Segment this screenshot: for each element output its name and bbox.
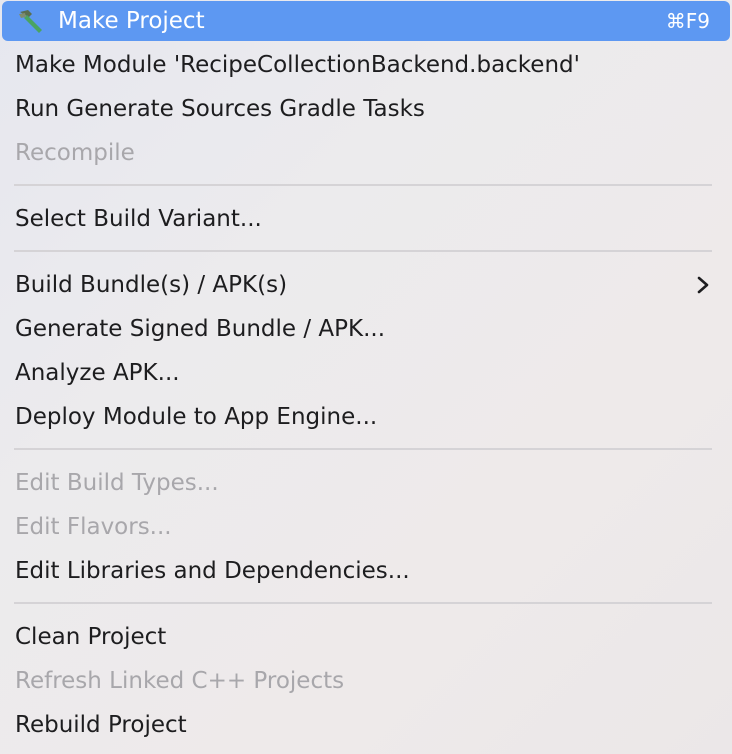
menu-item-deploy-module[interactable]: Deploy Module to App Engine... xyxy=(0,395,732,439)
menu-item-label: Edit Libraries and Dependencies... xyxy=(15,558,410,584)
menu-item-run-generate-sources[interactable]: Run Generate Sources Gradle Tasks xyxy=(0,87,732,131)
menu-item-make-project[interactable]: Make Project ⌘F9 xyxy=(2,1,730,41)
menu-item-edit-flavors: Edit Flavors... xyxy=(0,505,732,549)
menu-item-label: Run Generate Sources Gradle Tasks xyxy=(15,96,425,122)
menu-item-label: Make Project xyxy=(58,8,205,34)
menu-item-generate-signed-bundle[interactable]: Generate Signed Bundle / APK... xyxy=(0,307,732,351)
menu-item-label: Rebuild Project xyxy=(15,712,187,738)
menu-item-label: Make Module 'RecipeCollectionBackend.bac… xyxy=(15,52,580,78)
menu-separator xyxy=(14,250,712,252)
menu-item-edit-build-types: Edit Build Types... xyxy=(0,461,732,505)
menu-item-analyze-apk[interactable]: Analyze APK... xyxy=(0,351,732,395)
menu-item-label: Refresh Linked C++ Projects xyxy=(15,668,345,694)
menu-item-recompile: Recompile xyxy=(0,131,732,175)
menu-item-label: Select Build Variant... xyxy=(15,206,262,232)
menu-separator xyxy=(14,448,712,450)
menu-separator xyxy=(14,602,712,604)
menu-item-label: Recompile xyxy=(15,140,135,166)
keyboard-shortcut: ⌘F9 xyxy=(665,9,710,33)
menu-item-clean-project[interactable]: Clean Project xyxy=(0,615,732,659)
menu-item-select-build-variant[interactable]: Select Build Variant... xyxy=(0,197,732,241)
build-menu: Make Project ⌘F9 Make Module 'RecipeColl… xyxy=(0,0,732,754)
chevron-right-icon xyxy=(697,276,709,294)
hammer-icon xyxy=(19,10,42,33)
menu-item-label: Build Bundle(s) / APK(s) xyxy=(15,272,288,298)
menu-item-label: Deploy Module to App Engine... xyxy=(15,404,378,430)
menu-item-label: Edit Flavors... xyxy=(15,514,172,540)
menu-item-build-bundles-apks[interactable]: Build Bundle(s) / APK(s) xyxy=(0,263,732,307)
menu-item-refresh-linked-cpp: Refresh Linked C++ Projects xyxy=(0,659,732,703)
menu-item-rebuild-project[interactable]: Rebuild Project xyxy=(0,703,732,747)
menu-item-label: Clean Project xyxy=(15,624,167,650)
menu-item-edit-libraries[interactable]: Edit Libraries and Dependencies... xyxy=(0,549,732,593)
menu-item-label: Edit Build Types... xyxy=(15,470,219,496)
menu-separator xyxy=(14,184,712,186)
menu-item-label: Analyze APK... xyxy=(15,360,180,386)
menu-item-label: Generate Signed Bundle / APK... xyxy=(15,316,386,342)
menu-item-make-module[interactable]: Make Module 'RecipeCollectionBackend.bac… xyxy=(0,43,732,87)
